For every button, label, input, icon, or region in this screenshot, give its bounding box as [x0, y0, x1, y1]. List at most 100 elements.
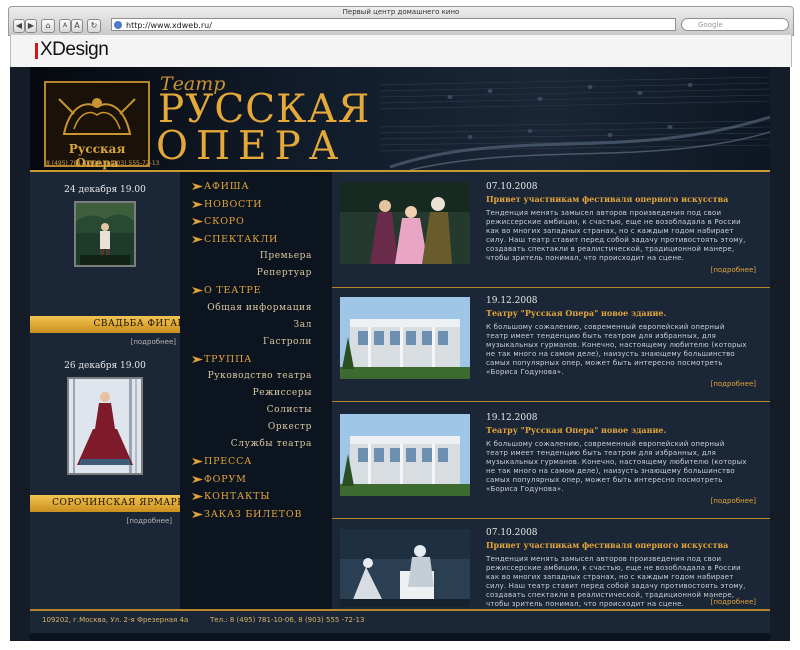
- site-header: Русская Опера 8 (495) 781-10-06, 8 (903)…: [30, 67, 770, 172]
- nav-sub-premiera[interactable]: Премьера: [180, 248, 332, 265]
- nav-sub-rezhissery[interactable]: Режиссеры: [180, 385, 332, 402]
- event-more-link[interactable]: [подробнее]: [131, 338, 176, 346]
- news-thumbnail[interactable]: [340, 529, 470, 607]
- news-title[interactable]: Театру "Русская Опера" новое здание.: [486, 425, 666, 435]
- news-item: 07.10.2008 Привет участникам фестиваля о…: [332, 172, 770, 288]
- events-sidebar: 24 декабря 19.00 СВАДЬБА ФИГАРО [подробн…: [30, 172, 202, 609]
- text-larger-button[interactable]: A: [71, 19, 83, 33]
- news-thumbnail[interactable]: [340, 182, 470, 264]
- news-title[interactable]: Привет участникам фестиваля оперного иск…: [486, 194, 728, 204]
- arrow-icon: [192, 458, 203, 465]
- event-photo[interactable]: [67, 377, 143, 475]
- news-item: 19.12.2008 Театру "Русская Опера" новое …: [332, 286, 770, 402]
- nav-sub-repertuar[interactable]: Репертуар: [180, 265, 332, 282]
- news-body: К большому сожалению, современный европе…: [486, 323, 747, 376]
- forward-button[interactable]: ▶: [25, 19, 37, 33]
- event-title: СВАДЬБА ФИГАРО: [93, 319, 192, 329]
- news-body: Тенденция менять замысел авторов произве…: [486, 555, 746, 608]
- news-more-link[interactable]: [подробнее]: [711, 380, 756, 388]
- nav-label: ПРЕССА: [204, 456, 253, 467]
- news-date: 07.10.2008: [486, 182, 538, 192]
- footer-address: 109202, г.Москва, Ул. 2-я Фрезерная 4а: [42, 616, 189, 624]
- news-date: 19.12.2008: [486, 413, 538, 423]
- nav-skoro[interactable]: СКОРО: [180, 213, 332, 231]
- news-more-link[interactable]: [подробнее]: [711, 598, 756, 606]
- browser-toolbar: Первый центр домашнего кино ◀ ▶ ⌂ A A ↻ …: [8, 6, 794, 36]
- event-card: 24 декабря 19.00: [30, 185, 180, 267]
- nav-sub-obshaya[interactable]: Общая информация: [180, 300, 332, 317]
- arrow-icon: [192, 235, 203, 243]
- arrow-icon: [192, 183, 203, 190]
- globe-icon: [114, 21, 122, 29]
- nav-zakaz[interactable]: ЗАКАЗ БИЛЕТОВ: [180, 506, 332, 524]
- news-item: 07.10.2008 Привет участникам фестиваля о…: [332, 518, 770, 609]
- site-page: Русская Опера 8 (495) 781-10-06, 8 (903)…: [10, 67, 790, 641]
- nav-spektakli[interactable]: СПЕКТАКЛИ: [180, 231, 332, 249]
- event-photo[interactable]: [74, 201, 136, 267]
- text-smaller-button[interactable]: A: [59, 19, 71, 33]
- event-card: 26 декабря 19.00: [30, 361, 180, 475]
- back-button[interactable]: ◀: [13, 19, 25, 33]
- news-more-link[interactable]: [подробнее]: [711, 497, 756, 505]
- nav-label: СКОРО: [204, 216, 245, 227]
- brand-name: XDesign: [40, 39, 109, 60]
- brand-mark: [35, 43, 38, 59]
- nav-sub-gastroli[interactable]: Гастроли: [180, 334, 332, 351]
- brand-bar: XDesign: [10, 35, 792, 67]
- news-thumbnail[interactable]: [340, 414, 470, 496]
- arrow-icon: [192, 287, 203, 294]
- news-body: Тенденция менять замысел авторов произве…: [486, 209, 746, 262]
- arrow-icon: [192, 200, 203, 208]
- nav-label: НОВОСТИ: [204, 198, 263, 210]
- news-title[interactable]: Театру "Русская Опера" новое здание.: [486, 308, 666, 318]
- arrow-icon: [192, 355, 203, 363]
- news-title[interactable]: Привет участникам фестиваля оперного иск…: [486, 540, 728, 550]
- nav-label: ЗАКАЗ БИЛЕТОВ: [204, 508, 303, 520]
- nav-kontakty[interactable]: КОНТАКТЫ: [180, 488, 332, 506]
- nav-sub-solisty[interactable]: Солисты: [180, 402, 332, 419]
- arrow-icon: [192, 218, 203, 225]
- nav-sub-rukovodstvo[interactable]: Руководство театра: [180, 368, 332, 385]
- site-footer: 109202, г.Москва, Ул. 2-я Фрезерная 4а Т…: [30, 609, 770, 633]
- event-date: 24 декабря 19.00: [64, 185, 146, 195]
- nav-sub-sluzhby[interactable]: Службы театра: [180, 436, 332, 453]
- news-list: 07.10.2008 Привет участникам фестиваля о…: [332, 172, 770, 609]
- main-navigation: АФИША НОВОСТИ СКОРО СПЕКТАКЛИ Премьера Р…: [180, 172, 332, 609]
- footer-phones: Тел.: 8 (495) 781-10-06, 8 (903) 555 -72…: [210, 616, 365, 624]
- event-date: 26 декабря 19.00: [64, 361, 146, 371]
- reload-icon[interactable]: ↻: [87, 19, 101, 33]
- news-date: 19.12.2008: [486, 296, 538, 306]
- theatre-logo[interactable]: Русская Опера: [44, 81, 150, 170]
- site-title-line2: ОПЕРА: [156, 124, 347, 169]
- nav-label: СПЕКТАКЛИ: [204, 233, 279, 245]
- nav-label: ФОРУМ: [204, 473, 247, 485]
- nav-label: КОНТАКТЫ: [204, 491, 271, 502]
- nav-pressa[interactable]: ПРЕССА: [180, 453, 332, 471]
- nav-sub-orkestr[interactable]: Оркестр: [180, 419, 332, 436]
- news-date: 07.10.2008: [486, 528, 538, 538]
- news-item: 19.12.2008 Театру "Русская Опера" новое …: [332, 403, 770, 519]
- griffin-icon: [58, 98, 136, 135]
- nav-label: АФИША: [204, 181, 250, 192]
- window-title: Первый центр домашнего кино: [342, 8, 460, 16]
- event-title-band[interactable]: СОРОЧИНСКАЯ ЯРМАРКА: [30, 495, 202, 512]
- news-more-link[interactable]: [подробнее]: [711, 266, 756, 274]
- nav-novosti[interactable]: НОВОСТИ: [180, 196, 332, 214]
- nav-o-teatre[interactable]: О ТЕАТРЕ: [180, 282, 332, 300]
- event-more-link[interactable]: [подробнее]: [127, 517, 172, 525]
- search-input[interactable]: Google: [681, 18, 789, 31]
- nav-label: О ТЕАТРЕ: [204, 285, 262, 296]
- address-text: http://www.xdweb.ru/: [126, 21, 212, 30]
- nav-label: ТРУППА: [204, 353, 253, 365]
- news-thumbnail[interactable]: [340, 297, 470, 379]
- header-phones: 8 (495) 781-10-06, 8 (903) 555-72-13: [46, 160, 160, 167]
- home-icon[interactable]: ⌂: [41, 19, 55, 33]
- nav-truppa[interactable]: ТРУППА: [180, 351, 332, 369]
- event-title-band[interactable]: СВАДЬБА ФИГАРО: [30, 316, 202, 333]
- nav-forum[interactable]: ФОРУМ: [180, 471, 332, 489]
- event-title: СОРОЧИНСКАЯ ЯРМАРКА: [52, 498, 192, 508]
- arrow-icon: [192, 510, 203, 518]
- nav-afisha[interactable]: АФИША: [180, 178, 332, 196]
- address-bar[interactable]: http://www.xdweb.ru/: [111, 18, 676, 31]
- nav-sub-zal[interactable]: Зал: [180, 317, 332, 334]
